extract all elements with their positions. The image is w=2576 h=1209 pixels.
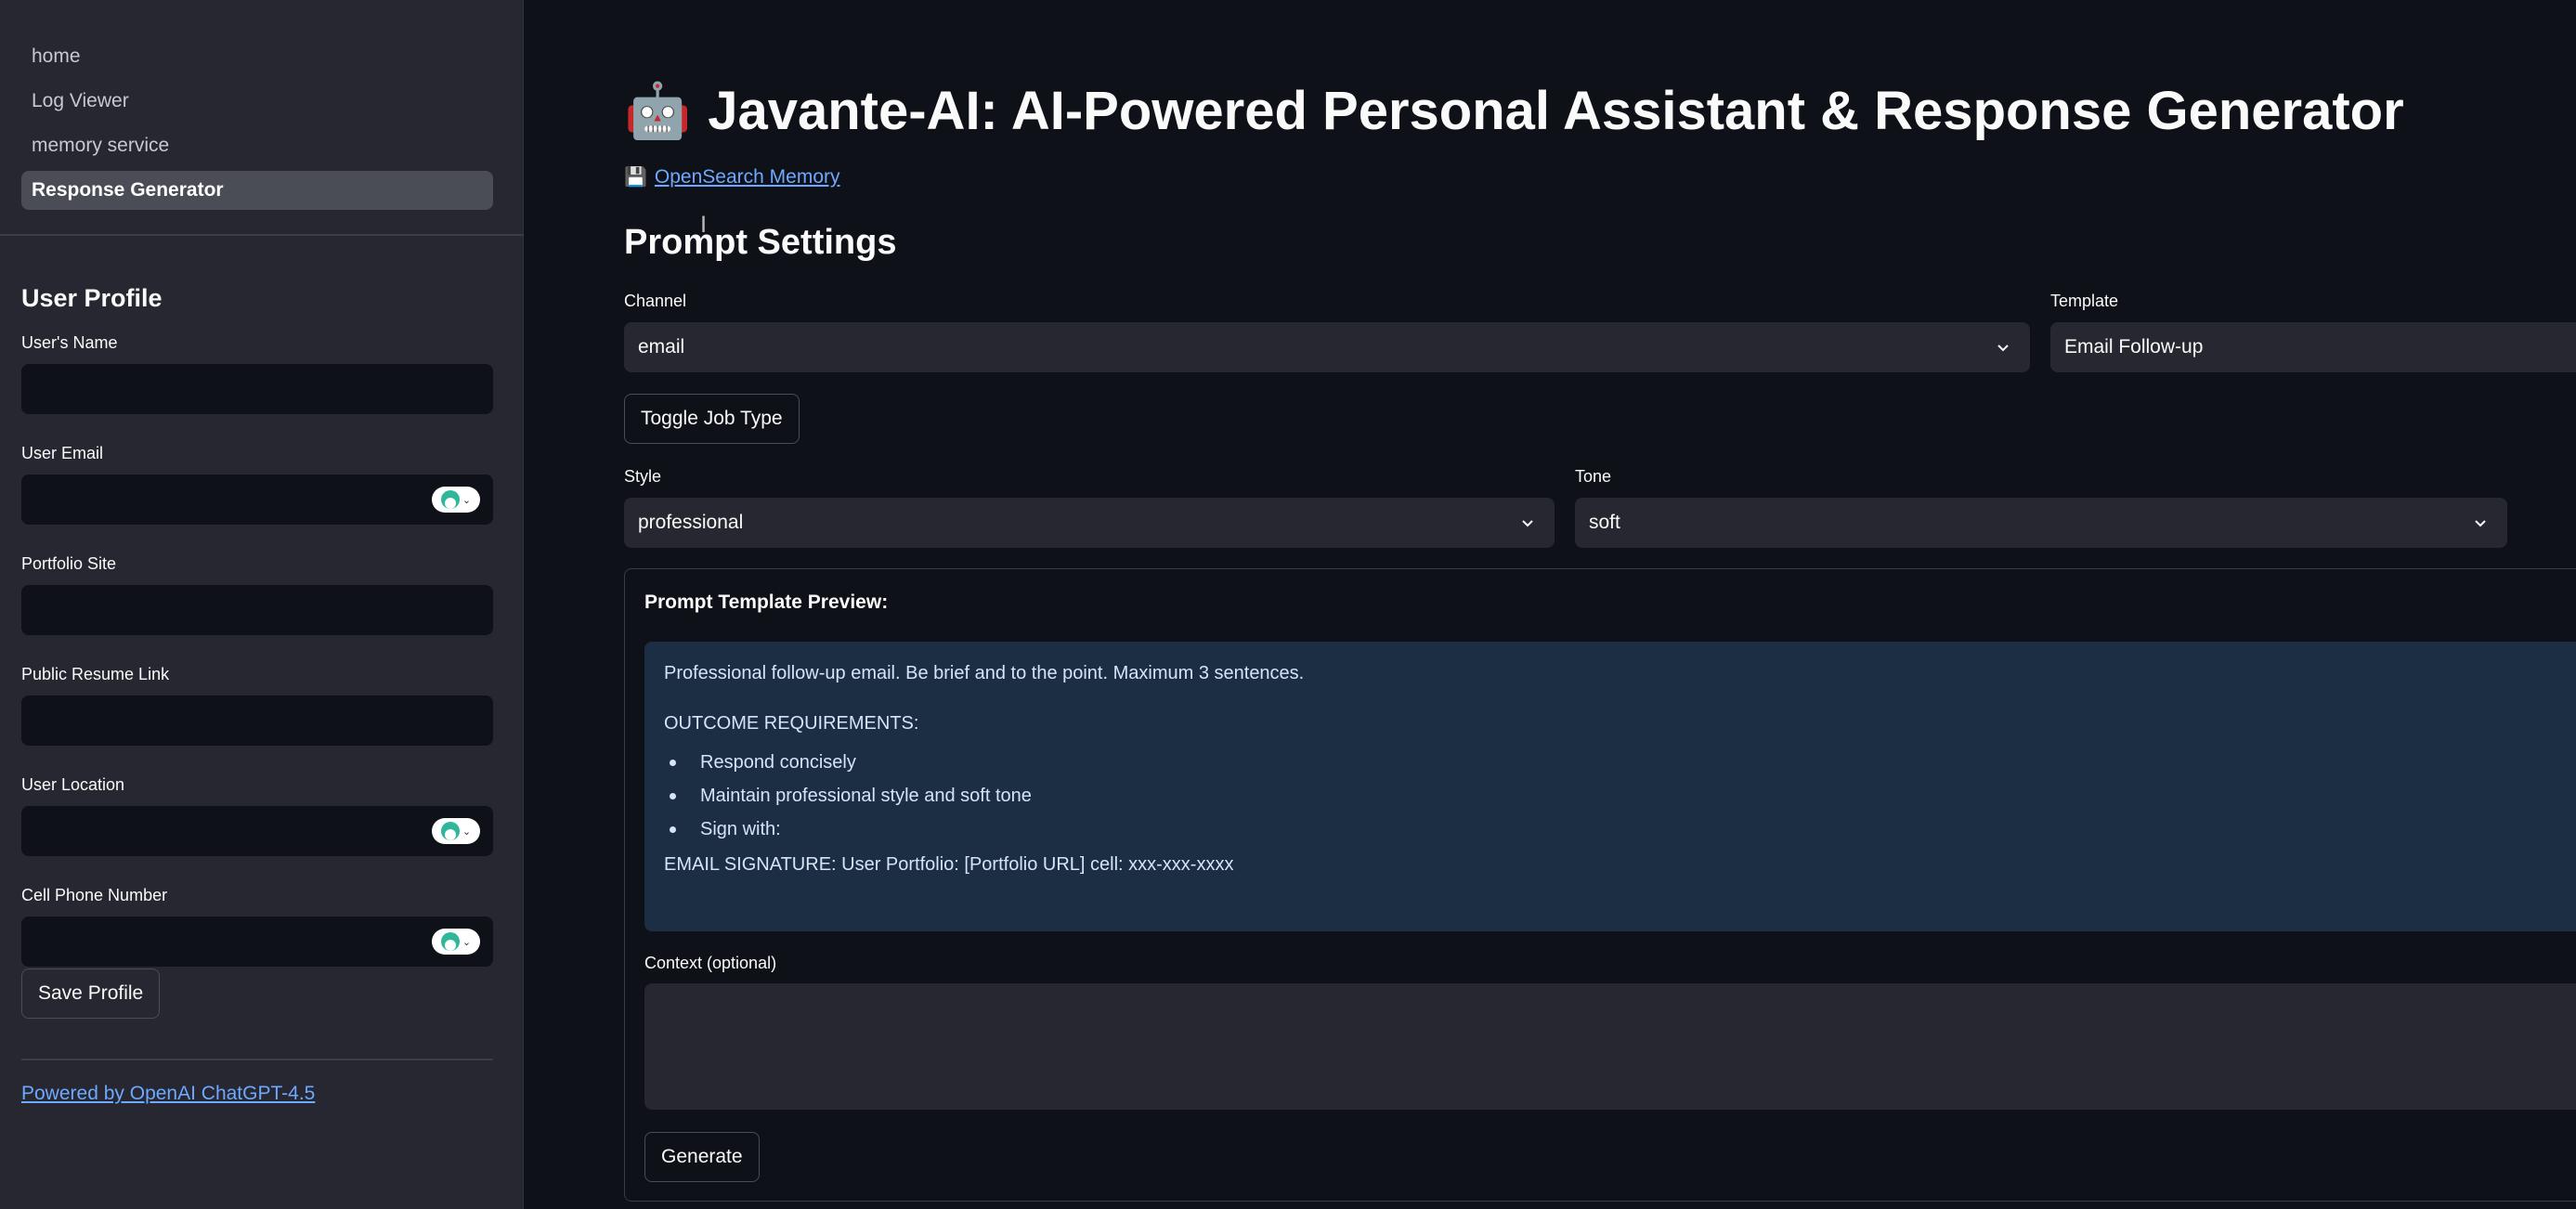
- list-item: Sign with:: [664, 818, 2576, 840]
- email-signature-text: EMAIL SIGNATURE: User Portfolio: [Portfo…: [664, 854, 1234, 875]
- template-value: Email Follow-up: [2064, 336, 2204, 358]
- channel-value: email: [638, 336, 685, 358]
- template-label: Template: [2050, 292, 2119, 310]
- user-profile-heading: User Profile: [21, 284, 163, 312]
- autofill-extension-icon[interactable]: ⌄: [432, 487, 480, 513]
- sidebar: home Log Viewer memory service Response …: [0, 0, 524, 1209]
- chevron-down-icon: [2475, 520, 2486, 527]
- toggle-job-type-button[interactable]: Toggle Job Type: [624, 394, 800, 444]
- style-label: Style: [624, 467, 662, 486]
- channel-label: Channel: [624, 292, 687, 310]
- list-item: Respond concisely: [664, 751, 2576, 774]
- robot-icon: 🤖: [624, 80, 692, 141]
- sidebar-item-memory-service[interactable]: memory service: [21, 126, 493, 165]
- user-email-label: User Email: [21, 444, 104, 462]
- sidebar-item-home[interactable]: home: [21, 37, 493, 76]
- floppy-disk-icon: 💾: [624, 167, 647, 188]
- users-name-field: [21, 364, 493, 414]
- page-header: 🤖 Javante-AI: AI-Powered Personal Assist…: [624, 80, 2404, 142]
- opensearch-memory-row: 💾 OpenSearch Memory: [624, 165, 840, 188]
- prompt-preview-panel: Professional follow-up email. Be brief a…: [644, 642, 2576, 931]
- user-location-field: ⌄: [21, 806, 493, 856]
- requirements-heading: OUTCOME REQUIREMENTS:: [664, 713, 919, 734]
- prompt-preview-container: Prompt Template Preview: Professional fo…: [624, 568, 2576, 1202]
- style-value: professional: [638, 512, 744, 533]
- chevron-down-icon: [1522, 520, 1533, 527]
- context-label: Context (optional): [644, 954, 777, 972]
- prompt-settings-heading: Prompt Settings: [624, 223, 897, 262]
- sidebar-item-log-viewer[interactable]: Log Viewer: [21, 82, 493, 121]
- cell-phone-number-input[interactable]: [21, 916, 493, 967]
- tone-label: Tone: [1575, 467, 1612, 486]
- tone-select[interactable]: soft: [1575, 498, 2507, 548]
- sidebar-divider: [0, 234, 524, 236]
- template-select[interactable]: Email Follow-up: [2050, 322, 2576, 372]
- user-profile-form: User Profile User's Name User Email ⌄ Po…: [21, 284, 493, 996]
- autofill-extension-icon[interactable]: ⌄: [432, 929, 480, 955]
- main-content: 🤖 Javante-AI: AI-Powered Personal Assist…: [524, 0, 2576, 1209]
- sidebar-nav: home Log Viewer memory service Response …: [21, 37, 493, 215]
- app-window: home Log Viewer memory service Response …: [0, 0, 2576, 1209]
- user-location-label: User Location: [21, 775, 125, 794]
- autofill-extension-icon[interactable]: ⌄: [432, 818, 480, 844]
- public-resume-link-input[interactable]: [21, 696, 493, 746]
- preview-intro: Professional follow-up email. Be brief a…: [664, 663, 1305, 683]
- user-email-input[interactable]: [21, 474, 493, 525]
- user-email-field: ⌄: [21, 474, 493, 525]
- requirements-list: Respond concisely Maintain professional …: [664, 751, 2576, 840]
- portfolio-site-field: [21, 585, 493, 635]
- context-textarea[interactable]: [644, 983, 2576, 1110]
- portfolio-site-label: Portfolio Site: [21, 554, 117, 573]
- users-name-label: User's Name: [21, 333, 118, 352]
- style-select[interactable]: professional: [624, 498, 1555, 548]
- opensearch-memory-link[interactable]: OpenSearch Memory: [655, 166, 840, 188]
- public-resume-link-label: Public Resume Link: [21, 665, 170, 683]
- sidebar-item-response-generator[interactable]: Response Generator: [21, 171, 493, 210]
- list-item: Maintain professional style and soft ton…: [664, 785, 2576, 807]
- save-profile-button[interactable]: Save Profile: [21, 968, 161, 1019]
- page-title: Javante-AI: AI-Powered Personal Assistan…: [708, 81, 2404, 141]
- cell-phone-number-field: ⌄: [21, 916, 493, 967]
- channel-select[interactable]: email: [624, 322, 2030, 372]
- users-name-input[interactable]: [21, 364, 493, 414]
- generate-button[interactable]: Generate: [644, 1132, 760, 1182]
- portfolio-site-input[interactable]: [21, 585, 493, 635]
- tone-value: soft: [1589, 512, 1620, 533]
- user-location-input[interactable]: [21, 806, 493, 856]
- public-resume-link-field: [21, 696, 493, 746]
- cell-phone-number-label: Cell Phone Number: [21, 886, 168, 904]
- chevron-down-icon: [1997, 344, 2009, 352]
- sidebar-divider: [21, 1059, 493, 1060]
- powered-by-link[interactable]: Powered by OpenAI ChatGPT-4.5: [21, 1083, 315, 1105]
- context-field: [644, 983, 2576, 1110]
- prompt-preview-title: Prompt Template Preview:: [644, 592, 889, 613]
